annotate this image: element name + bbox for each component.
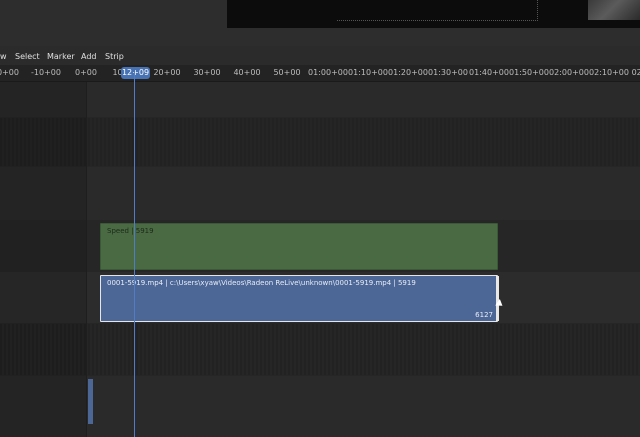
- channel-row: [0, 118, 640, 166]
- menu-add[interactable]: Add: [81, 48, 97, 65]
- top-area: [0, 0, 640, 46]
- ruler-tick: 02:00+00: [549, 68, 589, 77]
- ruler-tick: 40+00: [233, 68, 261, 77]
- ruler-tick: -10+00: [31, 68, 61, 77]
- speed-strip-label: Speed | 5919: [107, 227, 154, 235]
- movie-strip-label: 0001-5919.mp4 | c:\Users\xyaw\Videos\Rad…: [107, 279, 416, 287]
- ruler-tick: 01:10+00: [348, 68, 388, 77]
- ruler-tick: 01:30+00: [428, 68, 468, 77]
- channel-row: [0, 82, 640, 117]
- channel-row: [0, 324, 640, 375]
- ruler-tick: 20+00: [153, 68, 181, 77]
- ruler-tick: 02:: [631, 68, 640, 77]
- channel-row: [0, 376, 640, 437]
- ruler-tick: 01:40+00: [469, 68, 509, 77]
- strip-fragment[interactable]: [88, 379, 93, 424]
- ruler-tick: 0+00: [0, 68, 19, 77]
- timeline-start-region: [0, 82, 87, 437]
- playhead-line[interactable]: [134, 72, 135, 437]
- ruler-tick: 0+00: [75, 68, 97, 77]
- timeline-ruler[interactable]: 0+00 -10+00 0+00 10+00 20+00 30+00 40+00…: [0, 65, 640, 82]
- ruler-tick: 01:50+00: [509, 68, 549, 77]
- menu-marker[interactable]: Marker: [47, 48, 75, 65]
- ruler-tick: 01:00+00: [308, 68, 348, 77]
- playhead-frame-indicator[interactable]: 12+09: [121, 67, 150, 79]
- ruler-tick: 01:20+00: [388, 68, 428, 77]
- preview-image: [588, 0, 640, 20]
- movie-strip[interactable]: 0001-5919.mp4 | c:\Users\xyaw\Videos\Rad…: [100, 275, 499, 322]
- sequencer-preview: [227, 0, 640, 28]
- menu-select[interactable]: Select: [15, 48, 40, 65]
- speed-strip[interactable]: Speed | 5919: [100, 223, 498, 270]
- ruler-tick: 02:10+00: [589, 68, 629, 77]
- movie-strip-end-frame: 6127: [475, 311, 493, 319]
- channel-row: [0, 167, 640, 220]
- menubar: w Select Marker Add Strip: [0, 48, 640, 65]
- menu-view[interactable]: w: [0, 48, 7, 65]
- ruler-tick: 30+00: [193, 68, 221, 77]
- ruler-tick: 50+00: [273, 68, 301, 77]
- preview-frame-border: [337, 0, 538, 21]
- menu-strip[interactable]: Strip: [105, 48, 124, 65]
